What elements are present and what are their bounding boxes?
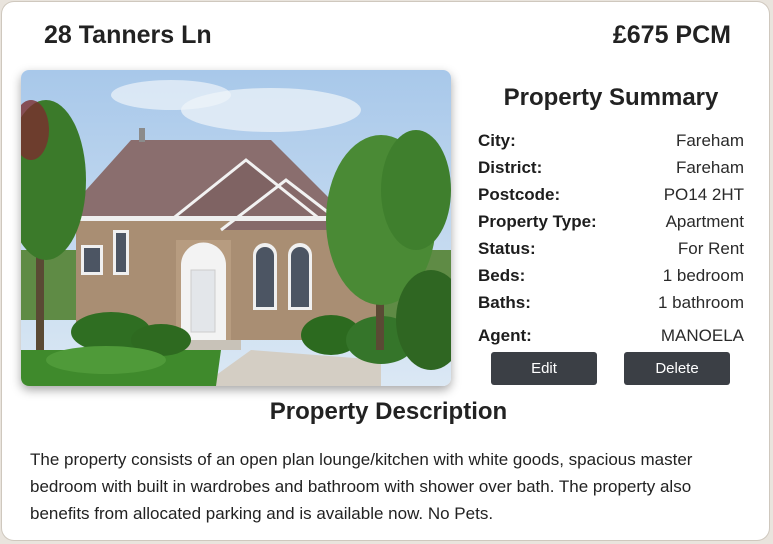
fact-postcode: Postcode: PO14 2HT <box>478 185 744 212</box>
property-photo <box>21 70 451 386</box>
delete-button[interactable]: Delete <box>624 352 730 385</box>
fact-baths: Baths: 1 bathroom <box>478 293 744 320</box>
fact-label: Baths: <box>478 293 531 312</box>
fact-label: District: <box>478 158 543 177</box>
property-card: 28 Tanners Ln £675 PCM Property Summary … <box>2 2 769 540</box>
edit-button[interactable]: Edit <box>491 352 597 385</box>
fact-value: Fareham <box>675 158 744 177</box>
fact-agent: Agent: MANOELA <box>478 326 744 353</box>
fact-value: 1 bathroom <box>658 293 744 312</box>
fact-value: Fareham <box>675 131 744 150</box>
fact-district: District: Fareham <box>478 158 744 185</box>
fact-city: City: Fareham <box>478 131 744 158</box>
fact-status: Status: For Rent <box>478 239 744 266</box>
property-price: £675 PCM <box>612 21 731 49</box>
fact-beds: Beds: 1 bedroom <box>478 266 744 293</box>
fact-label: Agent: <box>478 326 532 345</box>
agent-name: MANOELA <box>660 326 744 345</box>
fact-value: For Rent <box>677 239 744 258</box>
summary-facts: City: Fareham District: Fareham Postcode… <box>478 131 744 353</box>
description-title: Property Description <box>269 398 508 425</box>
fact-label: Beds: <box>478 266 526 285</box>
fact-label: Postcode: <box>478 185 561 204</box>
summary-title: Property Summary <box>503 84 719 111</box>
fact-value: Apartment <box>665 212 744 231</box>
fact-label: City: <box>478 131 516 150</box>
fact-value: 1 bedroom <box>662 266 744 285</box>
description-text: The property consists of an open plan lo… <box>30 450 693 523</box>
property-address: 28 Tanners Ln <box>44 21 212 49</box>
fact-value: PO14 2HT <box>663 185 744 204</box>
fact-property-type: Property Type: Apartment <box>478 212 744 239</box>
fact-label: Status: <box>478 239 536 258</box>
fact-label: Property Type: <box>478 212 597 231</box>
